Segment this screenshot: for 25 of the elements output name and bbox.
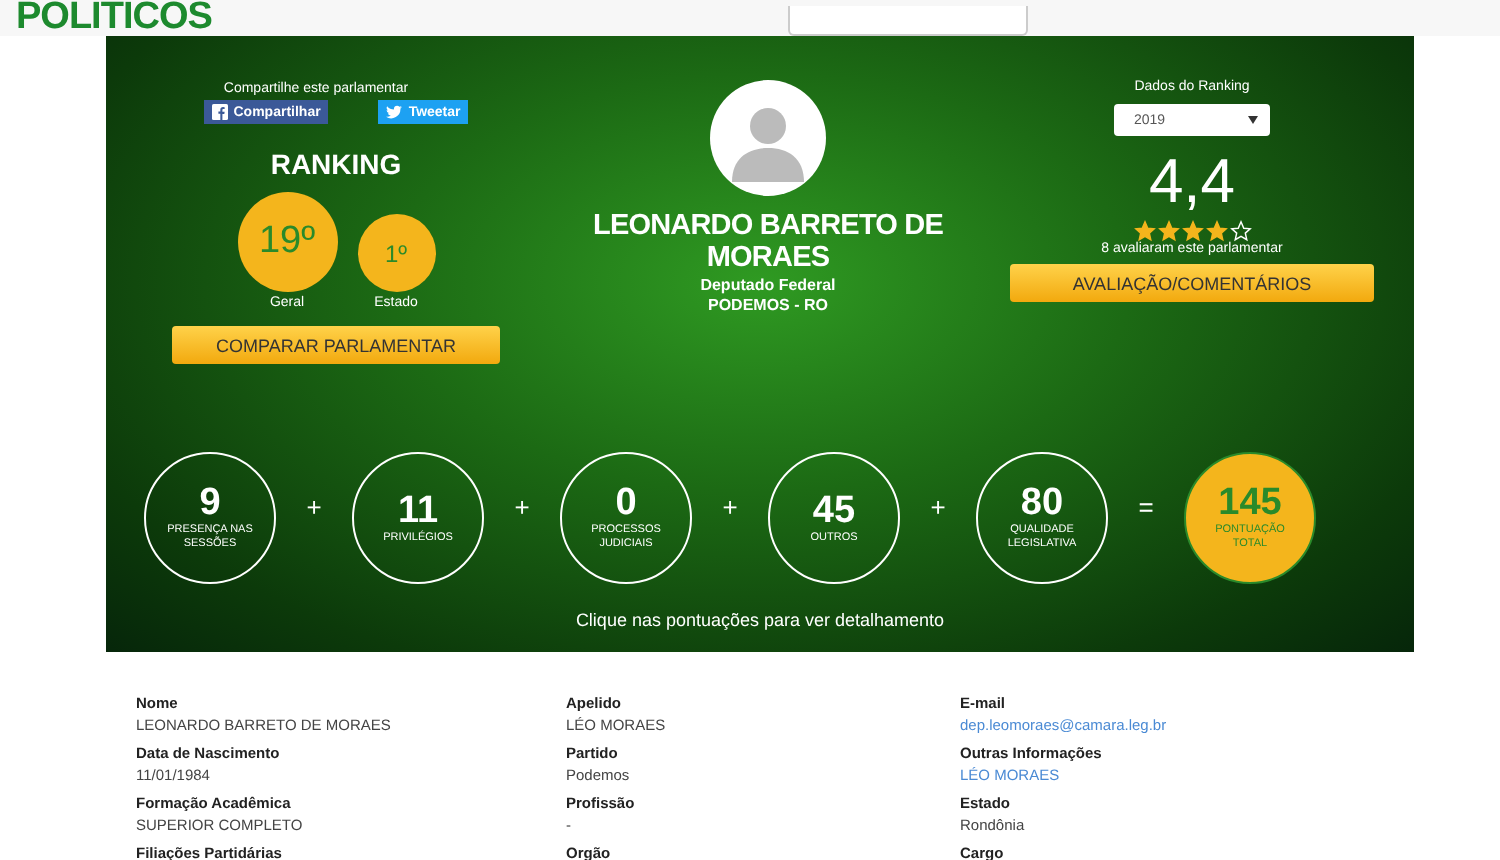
operator-sign: =: [1136, 491, 1156, 521]
rating-score: 4,4: [1148, 148, 1236, 216]
rank-badge: 19º: [237, 192, 337, 292]
star-icon: [1205, 220, 1227, 242]
star-icon: [1157, 220, 1179, 242]
bird-icon: [386, 104, 403, 120]
operator-sign: +: [512, 491, 532, 521]
star-icon: [1229, 220, 1251, 242]
star-icon: [1133, 220, 1155, 242]
rating-comments-button[interactable]: AVALIAÇÃO/COMENTÁRIOS: [1010, 264, 1374, 302]
star-icon: [1181, 220, 1203, 242]
rank-badge: 1º: [357, 214, 435, 292]
operator-sign: +: [928, 491, 948, 521]
site-logo[interactable]: POLITICOS: [16, 0, 212, 36]
ranking-title: RANKING: [270, 148, 402, 180]
search-field[interactable]: [787, 6, 1028, 36]
facebook-icon: [211, 104, 228, 120]
hint-text: Clique nas pontuações para ver detalhamento: [573, 610, 947, 630]
operator-sign: +: [720, 491, 740, 521]
politician-party: PODEMOS - RO: [707, 296, 828, 314]
compare-button[interactable]: COMPARAR PARLAMENTAR: [172, 326, 500, 364]
operator-sign: +: [304, 491, 324, 521]
caret-icon: [1248, 116, 1258, 124]
politician-role: Deputado Federal: [700, 276, 836, 294]
politician-name: LEONARDO BARRETO DE MORAES: [590, 210, 945, 274]
